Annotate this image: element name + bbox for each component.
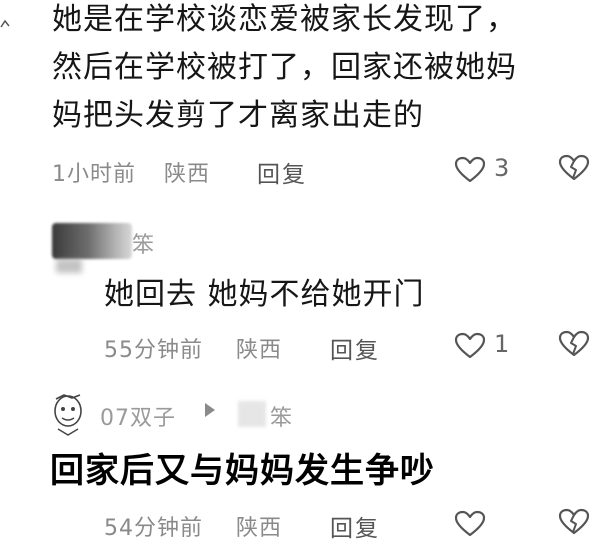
reply-button[interactable]: 回复 [330, 331, 380, 365]
like-count: 1 [494, 330, 510, 358]
broken-heart-icon [558, 508, 590, 535]
comment-text-line: 妈把头发剪了才离家出走的 [52, 98, 424, 133]
avatar[interactable] [50, 389, 86, 437]
dislike-button[interactable] [558, 508, 590, 538]
like-count: 3 [494, 154, 510, 182]
reply-button[interactable]: 回复 [330, 509, 380, 543]
reply-item: 笨 她回去 她妈不给她开门 55分钟前 陕西 回复 1 [0, 215, 600, 375]
broken-heart-icon [558, 330, 590, 357]
comment-text: 她是在学校谈恋爱被家长发现了， 然后在学校被打了，回家还被她妈 妈把头发剪了才离… [52, 0, 600, 140]
comment-text-line: 然后在学校被打了，回家还被她妈 [52, 50, 517, 85]
broken-heart-icon [558, 154, 590, 181]
reply-text: 她回去 她妈不给她开门 [104, 277, 425, 312]
reply-button[interactable]: 回复 [257, 155, 307, 189]
sketch-avatar-icon [54, 394, 82, 436]
avatar-shadow [56, 259, 82, 273]
reply-username[interactable]: 07双子 [100, 400, 176, 432]
reply-time: 54分钟前 [104, 516, 203, 541]
avatar[interactable] [52, 223, 132, 259]
reply-to-avatar [238, 401, 266, 427]
reply-time: 55分钟前 [104, 338, 203, 363]
heart-icon [454, 332, 486, 359]
video-subtitle: 回家后又与妈妈发生争吵 [50, 451, 435, 491]
like-button[interactable]: 3 [454, 152, 524, 186]
play-arrow-icon [205, 403, 215, 417]
heart-icon [454, 156, 486, 183]
dislike-button[interactable] [558, 154, 590, 184]
like-button[interactable]: 1 [454, 328, 524, 362]
reply-item: 07双子 笨 回家后又与妈妈发生争吵 54分钟前 陕西 回复 [0, 385, 600, 542]
reply-location: 陕西 [236, 516, 283, 541]
comment-location: 陕西 [164, 162, 211, 187]
comment-item: 她是在学校谈恋爱被家长发现了， 然后在学校被打了，回家还被她妈 妈把头发剪了才离… [0, 0, 600, 200]
reply-username[interactable]: 笨 [132, 227, 155, 259]
dislike-button[interactable] [558, 330, 590, 360]
reply-location: 陕西 [236, 338, 283, 363]
reply-to-username[interactable]: 笨 [270, 400, 293, 432]
heart-icon [454, 510, 486, 537]
comment-text-line: 她是在学校谈恋爱被家长发现了， [52, 2, 517, 37]
comment-time: 1小时前 [52, 162, 136, 187]
